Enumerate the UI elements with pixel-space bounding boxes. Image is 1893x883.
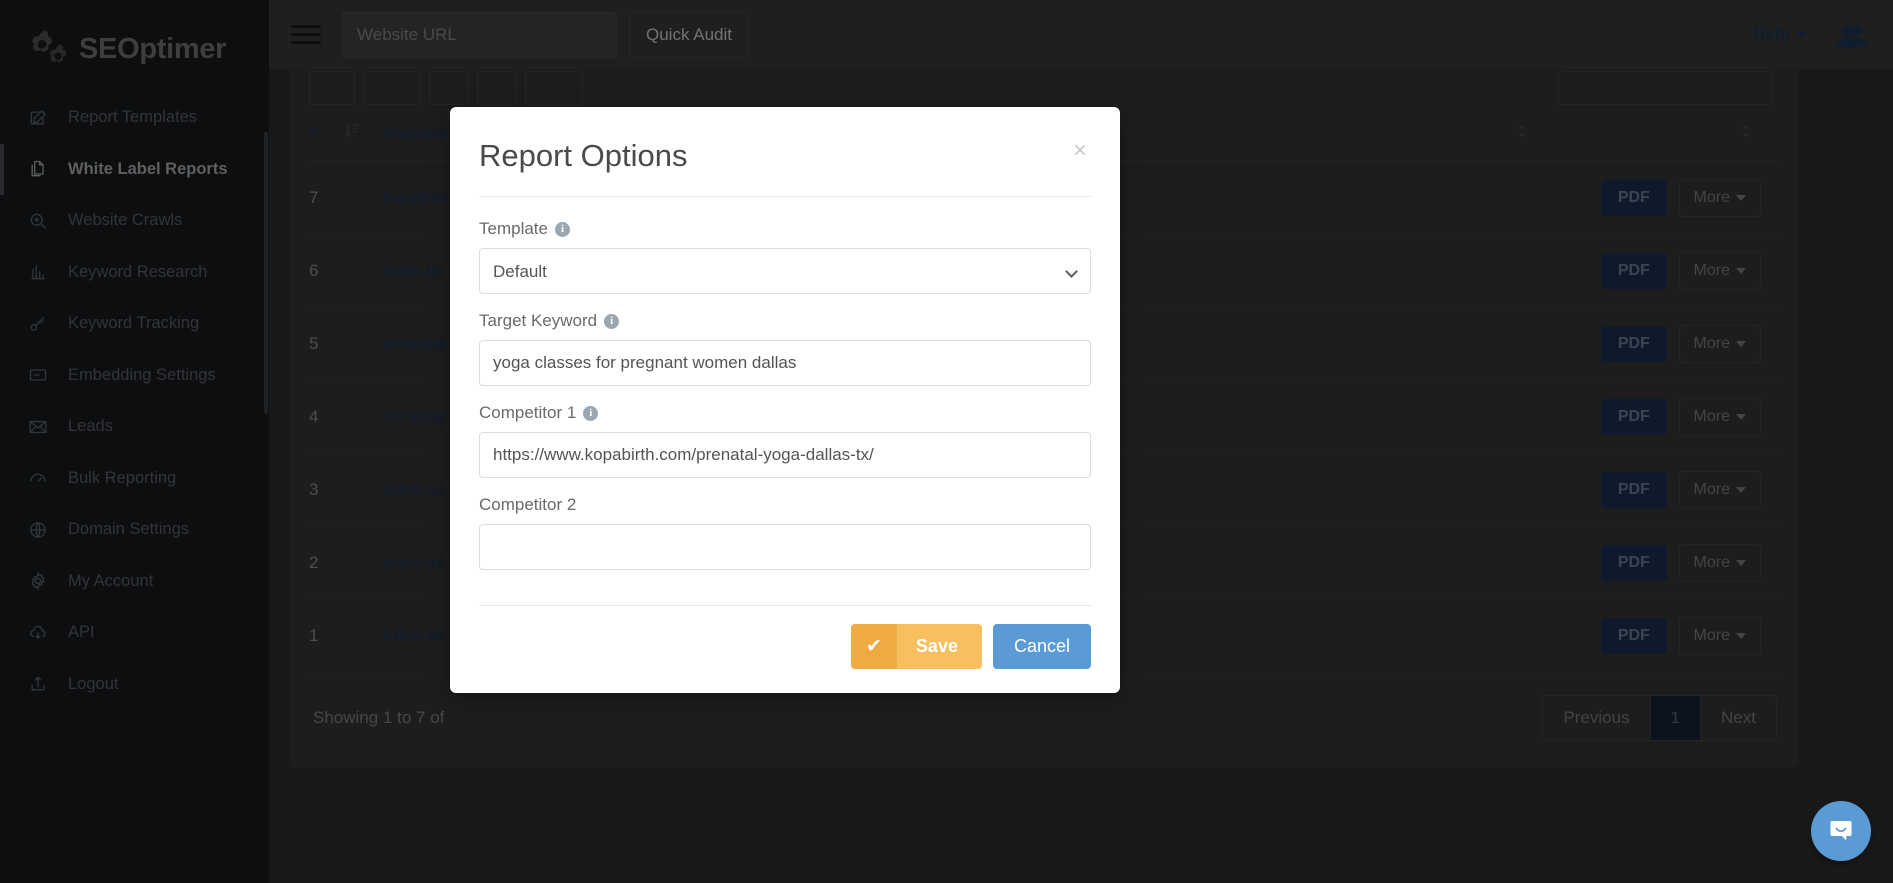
info-icon[interactable]: i — [554, 221, 570, 237]
template-select[interactable]: Default — [479, 248, 1091, 294]
competitor-1-input[interactable] — [479, 432, 1091, 478]
save-label: Save — [915, 636, 958, 656]
close-icon[interactable]: × — [1069, 135, 1091, 167]
save-button[interactable]: ✔ Save — [851, 624, 982, 669]
field-competitor-1: Competitor 1 i — [479, 403, 1091, 478]
check-icon: ✔ — [851, 624, 897, 669]
chat-bubble-smile-icon — [1830, 821, 1852, 841]
info-icon[interactable]: i — [583, 405, 599, 421]
competitor-2-input[interactable] — [479, 524, 1091, 570]
field-target-keyword: Target Keyword i — [479, 311, 1091, 386]
intercom-launcher-button[interactable] — [1811, 801, 1871, 861]
field-template: Template i Default — [479, 219, 1091, 294]
modal-header: Report Options × — [479, 107, 1091, 197]
report-options-modal: Report Options × Template i Default Targ… — [450, 107, 1120, 693]
template-label: Template — [479, 219, 548, 238]
target-keyword-label: Target Keyword — [479, 311, 598, 330]
competitor-2-label: Competitor 2 — [479, 495, 577, 514]
modal-title: Report Options — [479, 138, 688, 173]
field-competitor-2: Competitor 2 — [479, 495, 1091, 570]
modal-body: Template i Default Target Keyword i yoga… — [479, 197, 1091, 605]
cancel-button[interactable]: Cancel — [992, 624, 1091, 669]
app-root: SEOptimer Report Templates White Label R… — [0, 0, 1893, 883]
info-icon[interactable]: i — [604, 313, 620, 329]
target-keyword-input[interactable] — [479, 340, 1091, 386]
competitor-2-label-row: Competitor 2 — [479, 495, 1091, 515]
target-keyword-label-row: Target Keyword i — [479, 311, 1091, 331]
modal-footer: ✔ Save Cancel — [479, 605, 1091, 693]
template-label-row: Template i — [479, 219, 1091, 239]
competitor-1-label-row: Competitor 1 i — [479, 403, 1091, 423]
template-select-wrap: Default — [479, 248, 1091, 294]
competitor-1-label: Competitor 1 — [479, 403, 577, 422]
